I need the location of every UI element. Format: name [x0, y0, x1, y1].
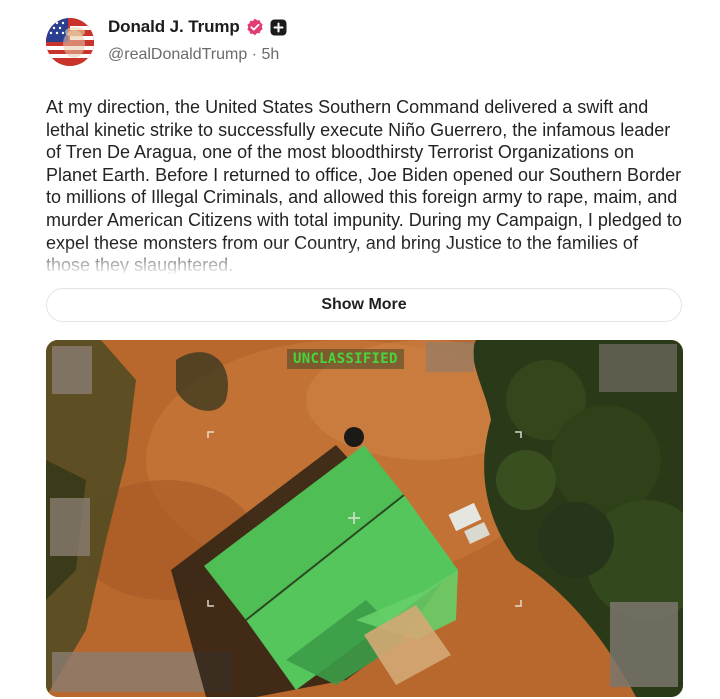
meta-separator: · — [251, 46, 258, 63]
text-fade-overlay — [46, 244, 686, 274]
avatar-image — [46, 18, 94, 66]
post-timestamp[interactable]: 5h — [262, 46, 280, 63]
author-avatar[interactable] — [46, 18, 94, 66]
author-meta: @realDonaldTrump · 5h — [108, 46, 279, 64]
author-handle[interactable]: @realDonaldTrump — [108, 46, 247, 63]
author-display-name[interactable]: Donald J. Trump — [108, 17, 240, 37]
show-more-button[interactable]: Show More — [46, 288, 682, 322]
post-card: Donald J. Trump @realDonaldTrump · 5h At… — [0, 0, 720, 699]
post-text-container: At my direction, the United States South… — [46, 96, 686, 274]
aerial-drone-footage — [46, 340, 683, 697]
verified-badge-icon — [246, 18, 264, 36]
author-name-row: Donald J. Trump — [108, 17, 287, 37]
unclassified-label: UNCLASSIFIED — [287, 349, 404, 369]
post-media-video[interactable]: UNCLASSIFIED — [46, 340, 683, 697]
plus-badge-icon — [270, 19, 287, 36]
